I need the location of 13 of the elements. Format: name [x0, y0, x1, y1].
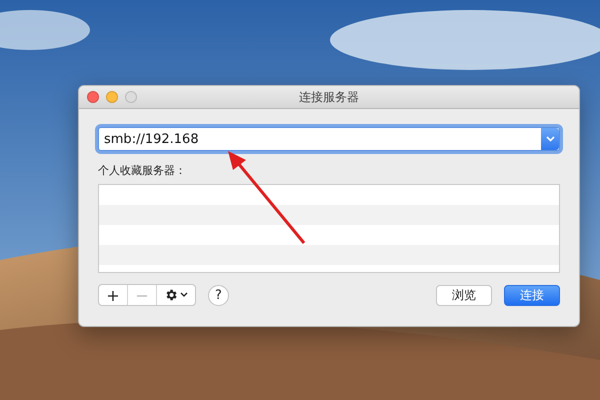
- close-button[interactable]: [87, 91, 99, 103]
- add-button[interactable]: +: [99, 285, 128, 305]
- minimize-button[interactable]: [106, 91, 118, 103]
- browse-button[interactable]: 浏览: [436, 284, 492, 306]
- chevron-down-icon: [546, 136, 554, 142]
- server-address-field[interactable]: smb://192.168: [99, 132, 541, 146]
- dropdown-button[interactable]: [541, 128, 559, 150]
- help-button[interactable]: ?: [208, 284, 229, 306]
- chevron-down-icon: [180, 292, 188, 298]
- address-combo-box[interactable]: smb://192.168: [98, 127, 560, 151]
- gear-icon: [164, 288, 178, 302]
- window-title: 连接服务器: [299, 88, 359, 106]
- favorites-label: 个人收藏服务器：: [98, 163, 187, 178]
